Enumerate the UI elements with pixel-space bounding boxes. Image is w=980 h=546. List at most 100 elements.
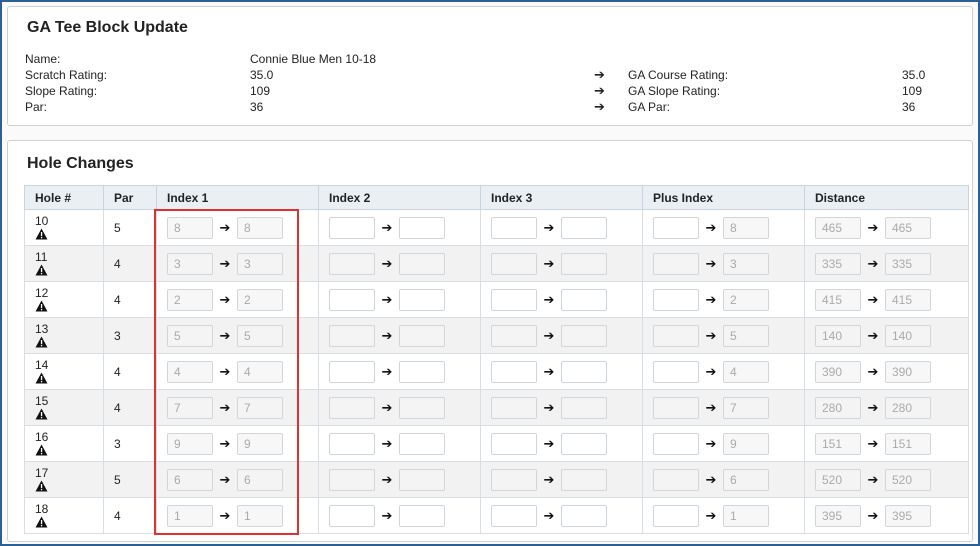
index2-current-field[interactable] bbox=[329, 396, 375, 419]
index2-current-field[interactable] bbox=[329, 216, 375, 239]
index2-new-field[interactable] bbox=[399, 252, 445, 275]
distance-current-field[interactable]: 520 bbox=[815, 468, 861, 491]
index1-new-field[interactable]: 4 bbox=[237, 360, 283, 383]
distance-new-field[interactable]: 335 bbox=[885, 252, 931, 275]
distance-new-field[interactable]: 280 bbox=[885, 396, 931, 419]
distance-new-field[interactable]: 415 bbox=[885, 288, 931, 311]
distance-new-field[interactable]: 151 bbox=[885, 432, 931, 455]
index1-current-field[interactable]: 5 bbox=[167, 324, 213, 347]
plus-index-new-field[interactable]: 6 bbox=[723, 468, 769, 491]
index1-new-field[interactable]: 6 bbox=[237, 468, 283, 491]
index1-new-field[interactable]: 8 bbox=[237, 216, 283, 239]
plus-index-new-field[interactable]: 4 bbox=[723, 360, 769, 383]
index1-current-field[interactable]: 1 bbox=[167, 504, 213, 527]
plus-index-current-field[interactable] bbox=[653, 252, 699, 275]
distance-current-field[interactable]: 390 bbox=[815, 360, 861, 383]
plus-index-new-field[interactable]: 3 bbox=[723, 252, 769, 275]
index3-current-field[interactable] bbox=[491, 360, 537, 383]
hole-number: 13 bbox=[35, 322, 49, 336]
page-title: GA Tee Block Update bbox=[27, 19, 188, 36]
index3-current-field[interactable] bbox=[491, 504, 537, 527]
index1-current-field[interactable]: 7 bbox=[167, 396, 213, 419]
plus-index-new-field[interactable]: 2 bbox=[723, 288, 769, 311]
distance-current-field[interactable]: 335 bbox=[815, 252, 861, 275]
index3-new-field[interactable] bbox=[561, 288, 607, 311]
arrow-icon: ➔ bbox=[543, 327, 555, 343]
index1-new-field[interactable]: 9 bbox=[237, 432, 283, 455]
index3-current-field[interactable] bbox=[491, 216, 537, 239]
index3-new-field[interactable] bbox=[561, 360, 607, 383]
index1-current-field[interactable]: 3 bbox=[167, 252, 213, 275]
index2-current-field[interactable] bbox=[329, 324, 375, 347]
plus-index-current-field[interactable] bbox=[653, 396, 699, 419]
arrow-icon: ➔ bbox=[219, 327, 231, 343]
index3-new-field[interactable] bbox=[561, 324, 607, 347]
index1-current-field[interactable]: 8 bbox=[167, 216, 213, 239]
plus-index-new-field[interactable]: 1 bbox=[723, 504, 769, 527]
index1-new-field[interactable]: 1 bbox=[237, 504, 283, 527]
distance-new-field[interactable]: 390 bbox=[885, 360, 931, 383]
index1-new-field[interactable]: 5 bbox=[237, 324, 283, 347]
distance-current-field[interactable]: 280 bbox=[815, 396, 861, 419]
distance-current-field[interactable]: 151 bbox=[815, 432, 861, 455]
index1-current-field[interactable]: 2 bbox=[167, 288, 213, 311]
distance-new-field[interactable]: 140 bbox=[885, 324, 931, 347]
plus-index-current-field[interactable] bbox=[653, 324, 699, 347]
distance-current-field[interactable]: 140 bbox=[815, 324, 861, 347]
index3-current-field[interactable] bbox=[491, 324, 537, 347]
index2-current-field[interactable] bbox=[329, 468, 375, 491]
index3-new-field[interactable] bbox=[561, 252, 607, 275]
distance-new-field[interactable]: 520 bbox=[885, 468, 931, 491]
index2-current-field[interactable] bbox=[329, 432, 375, 455]
index3-new-field[interactable] bbox=[561, 432, 607, 455]
index3-current-field[interactable] bbox=[491, 288, 537, 311]
index3-new-field[interactable] bbox=[561, 468, 607, 491]
index3-new-field[interactable] bbox=[561, 396, 607, 419]
plus-index-current-field[interactable] bbox=[653, 468, 699, 491]
index2-new-field[interactable] bbox=[399, 288, 445, 311]
index3-current-field[interactable] bbox=[491, 432, 537, 455]
plus-index-current-field[interactable] bbox=[653, 288, 699, 311]
index3-new-field[interactable] bbox=[561, 504, 607, 527]
index2-current-field[interactable] bbox=[329, 252, 375, 275]
index3-current-field[interactable] bbox=[491, 468, 537, 491]
index1-new-field[interactable]: 3 bbox=[237, 252, 283, 275]
distance-current-field[interactable]: 415 bbox=[815, 288, 861, 311]
index2-new-field[interactable] bbox=[399, 504, 445, 527]
index2-new-field[interactable] bbox=[399, 324, 445, 347]
index1-change: 7 ➔ 7 bbox=[167, 396, 308, 419]
table-header-row: Hole # Par Index 1 Index 2 Index 3 Plus … bbox=[24, 185, 969, 210]
plus-index-new-field[interactable]: 9 bbox=[723, 432, 769, 455]
plus-index-current-field[interactable] bbox=[653, 432, 699, 455]
index2-current-field[interactable] bbox=[329, 288, 375, 311]
index2-new-field[interactable] bbox=[399, 432, 445, 455]
index3-current-field[interactable] bbox=[491, 252, 537, 275]
index1-new-field[interactable]: 2 bbox=[237, 288, 283, 311]
index2-new-field[interactable] bbox=[399, 468, 445, 491]
index2-current-field[interactable] bbox=[329, 504, 375, 527]
distance-new-field[interactable]: 465 bbox=[885, 216, 931, 239]
index1-new-field[interactable]: 7 bbox=[237, 396, 283, 419]
col-header-index2: Index 2 bbox=[318, 185, 481, 210]
plus-index-current-field[interactable] bbox=[653, 504, 699, 527]
distance-current-field[interactable]: 465 bbox=[815, 216, 861, 239]
index2-new-field[interactable] bbox=[399, 396, 445, 419]
index2-current-field[interactable] bbox=[329, 360, 375, 383]
arrow-icon: ➔ bbox=[381, 435, 393, 451]
plus-index-current-field[interactable] bbox=[653, 216, 699, 239]
index2-new-field[interactable] bbox=[399, 360, 445, 383]
index3-new-field[interactable] bbox=[561, 216, 607, 239]
plus-index-current-field[interactable] bbox=[653, 360, 699, 383]
hole-number-cell: 16 bbox=[35, 431, 93, 456]
distance-current-field[interactable]: 395 bbox=[815, 504, 861, 527]
distance-new-field[interactable]: 395 bbox=[885, 504, 931, 527]
arrow-icon: ➔ bbox=[543, 507, 555, 523]
plus-index-new-field[interactable]: 5 bbox=[723, 324, 769, 347]
index2-new-field[interactable] bbox=[399, 216, 445, 239]
index1-current-field[interactable]: 4 bbox=[167, 360, 213, 383]
index1-current-field[interactable]: 9 bbox=[167, 432, 213, 455]
plus-index-new-field[interactable]: 7 bbox=[723, 396, 769, 419]
index1-current-field[interactable]: 6 bbox=[167, 468, 213, 491]
plus-index-new-field[interactable]: 8 bbox=[723, 216, 769, 239]
index3-current-field[interactable] bbox=[491, 396, 537, 419]
